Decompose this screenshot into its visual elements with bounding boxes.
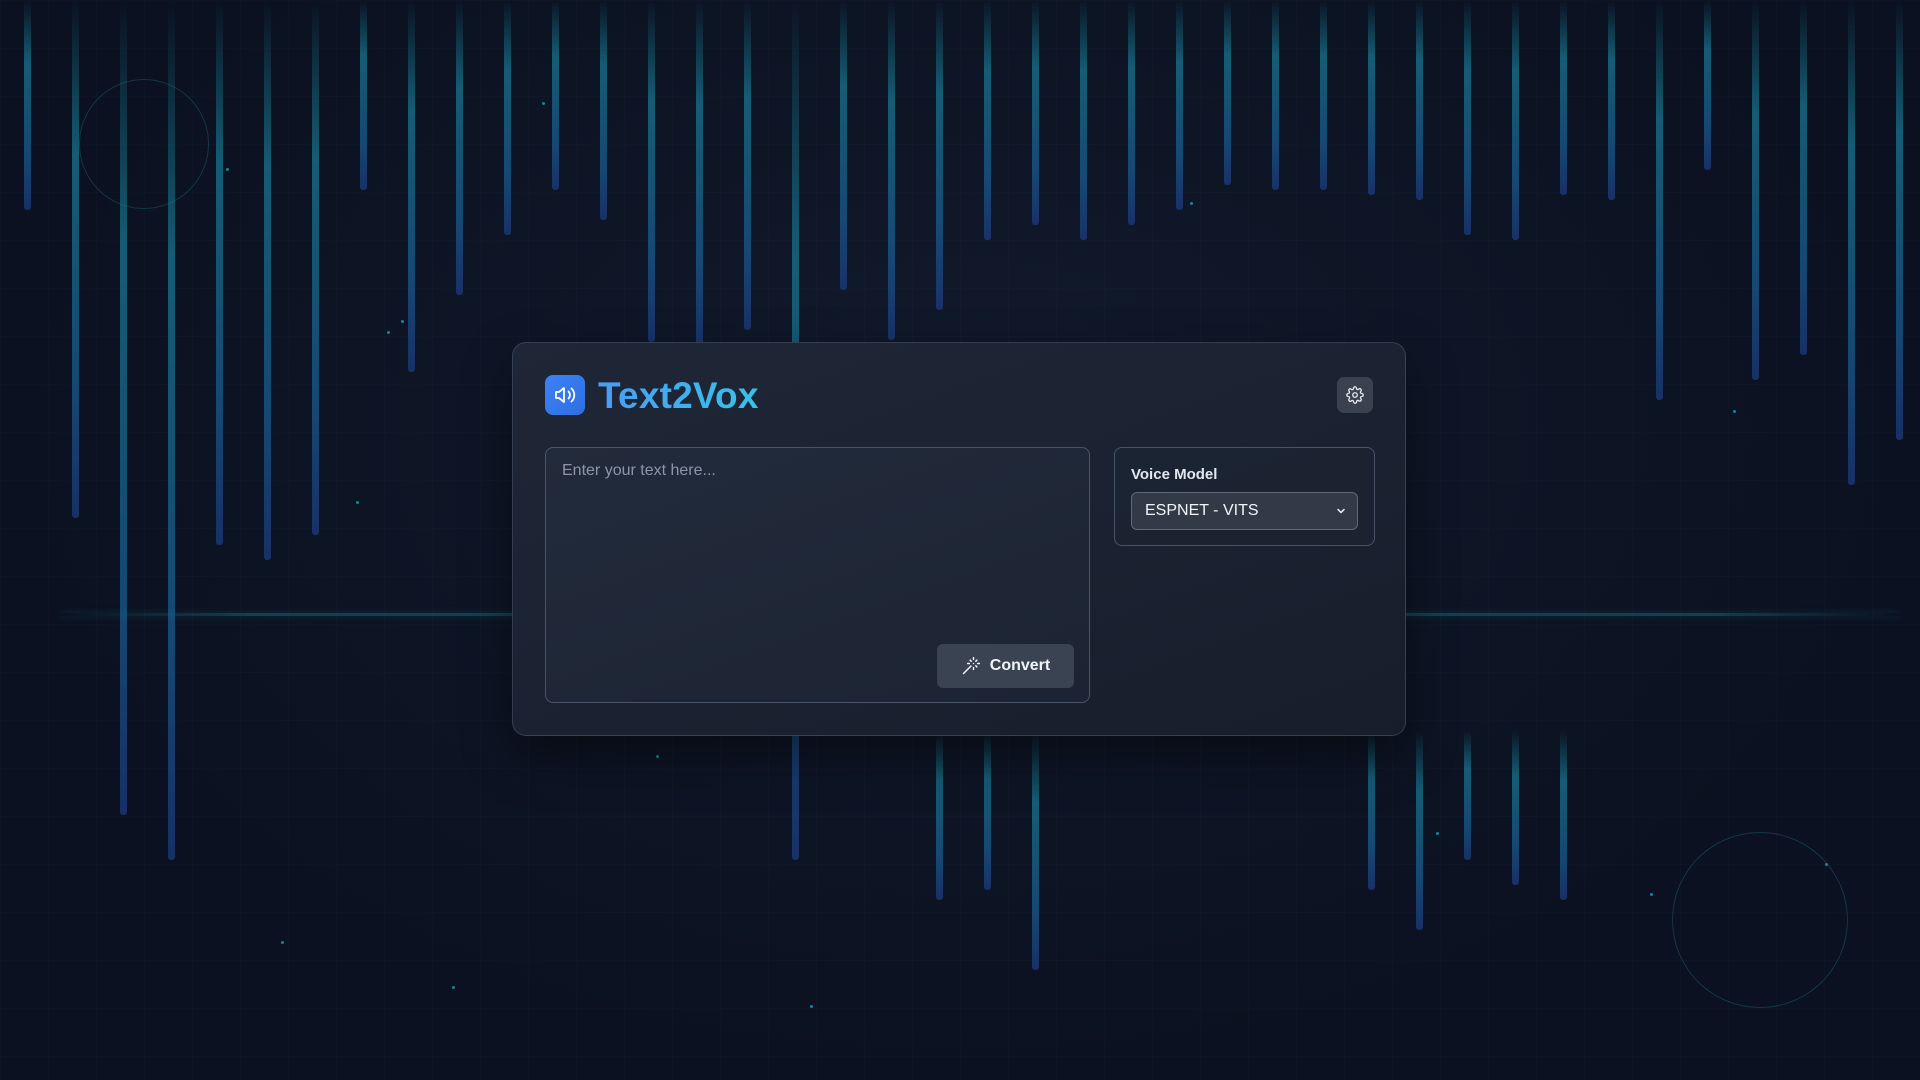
- chevron-down-icon: [1335, 505, 1347, 517]
- visualizer-bar: [1656, 0, 1663, 400]
- visualizer-bar: [360, 0, 367, 190]
- voice-model-label: Voice Model: [1131, 466, 1218, 483]
- speaker-volume-icon: [545, 375, 585, 415]
- visualizer-bar: [1416, 730, 1423, 930]
- convert-button[interactable]: Convert: [937, 644, 1074, 688]
- visualizer-bar: [408, 0, 415, 372]
- visualizer-bar: [1560, 730, 1567, 900]
- visualizer-bar: [1896, 0, 1903, 440]
- visualizer-bar: [1320, 0, 1327, 190]
- particle-dot: [401, 320, 404, 323]
- voice-model-selected-value: ESPNET - VITS: [1145, 502, 1259, 519]
- decorative-ring-bottom-right: [1672, 832, 1848, 1008]
- visualizer-bar: [312, 0, 319, 535]
- particle-dot: [1190, 202, 1193, 205]
- visualizer-bar: [1368, 0, 1375, 195]
- app-background: Text2Vox Convert: [0, 0, 1920, 1080]
- particle-dot: [226, 168, 229, 171]
- visualizer-bar: [72, 0, 79, 518]
- particle-dot: [1650, 893, 1653, 896]
- visualizer-bar: [840, 0, 847, 290]
- magic-wand-icon: [961, 656, 981, 676]
- particle-dot: [542, 102, 545, 105]
- visualizer-bar: [1608, 0, 1615, 200]
- settings-button[interactable]: [1337, 377, 1373, 413]
- visualizer-bar: [1464, 730, 1471, 860]
- particle-dot: [1436, 832, 1439, 835]
- visualizer-bar: [1560, 0, 1567, 195]
- visualizer-bar: [936, 0, 943, 310]
- convert-button-label: Convert: [989, 657, 1051, 674]
- visualizer-bar: [456, 0, 463, 295]
- visualizer-bar: [1032, 0, 1039, 225]
- visualizer-bar: [264, 0, 271, 560]
- visualizer-bar: [1800, 0, 1807, 355]
- visualizer-bar: [1128, 0, 1135, 225]
- particle-dot: [452, 986, 455, 989]
- particle-dot: [387, 331, 390, 334]
- visualizer-bar: [744, 0, 751, 330]
- visualizer-bar: [1704, 0, 1711, 170]
- visualizer-bar: [984, 730, 991, 890]
- decorative-ring-top-left: [79, 79, 209, 209]
- visualizer-bar: [1416, 0, 1423, 200]
- particle-dot: [810, 1005, 813, 1008]
- visualizer-bar: [1464, 0, 1471, 235]
- visualizer-bar: [1512, 0, 1519, 240]
- visualizer-bar: [1032, 730, 1039, 970]
- gear-icon: [1346, 386, 1364, 404]
- particle-dot: [1733, 410, 1736, 413]
- visualizer-bar: [888, 0, 895, 340]
- text-input[interactable]: [546, 448, 1089, 628]
- voice-model-panel: Voice Model ESPNET - VITS: [1114, 447, 1375, 546]
- visualizer-bar: [696, 0, 703, 350]
- app-title: Text2Vox: [598, 374, 759, 416]
- visualizer-bar: [1224, 0, 1231, 185]
- visualizer-bar: [504, 0, 511, 235]
- visualizer-bar: [1848, 0, 1855, 485]
- visualizer-bar: [936, 730, 943, 900]
- visualizer-bar: [1752, 0, 1759, 380]
- visualizer-bar: [648, 0, 655, 342]
- visualizer-bar: [984, 0, 991, 240]
- visualizer-bar: [1080, 0, 1087, 240]
- visualizer-bar: [216, 0, 223, 545]
- visualizer-bar: [1512, 730, 1519, 885]
- visualizer-bar: [1176, 0, 1183, 210]
- visualizer-bar: [600, 0, 607, 220]
- visualizer-bar: [1368, 730, 1375, 890]
- text-input-panel: Convert: [545, 447, 1090, 703]
- particle-dot: [281, 941, 284, 944]
- main-card: Text2Vox Convert: [512, 342, 1406, 736]
- visualizer-bar: [1272, 0, 1279, 190]
- voice-model-select[interactable]: ESPNET - VITS: [1131, 492, 1358, 530]
- brand-header: Text2Vox: [545, 375, 759, 415]
- particle-dot: [656, 755, 659, 758]
- visualizer-bar: [552, 0, 559, 190]
- visualizer-bar: [24, 0, 31, 210]
- particle-dot: [356, 501, 359, 504]
